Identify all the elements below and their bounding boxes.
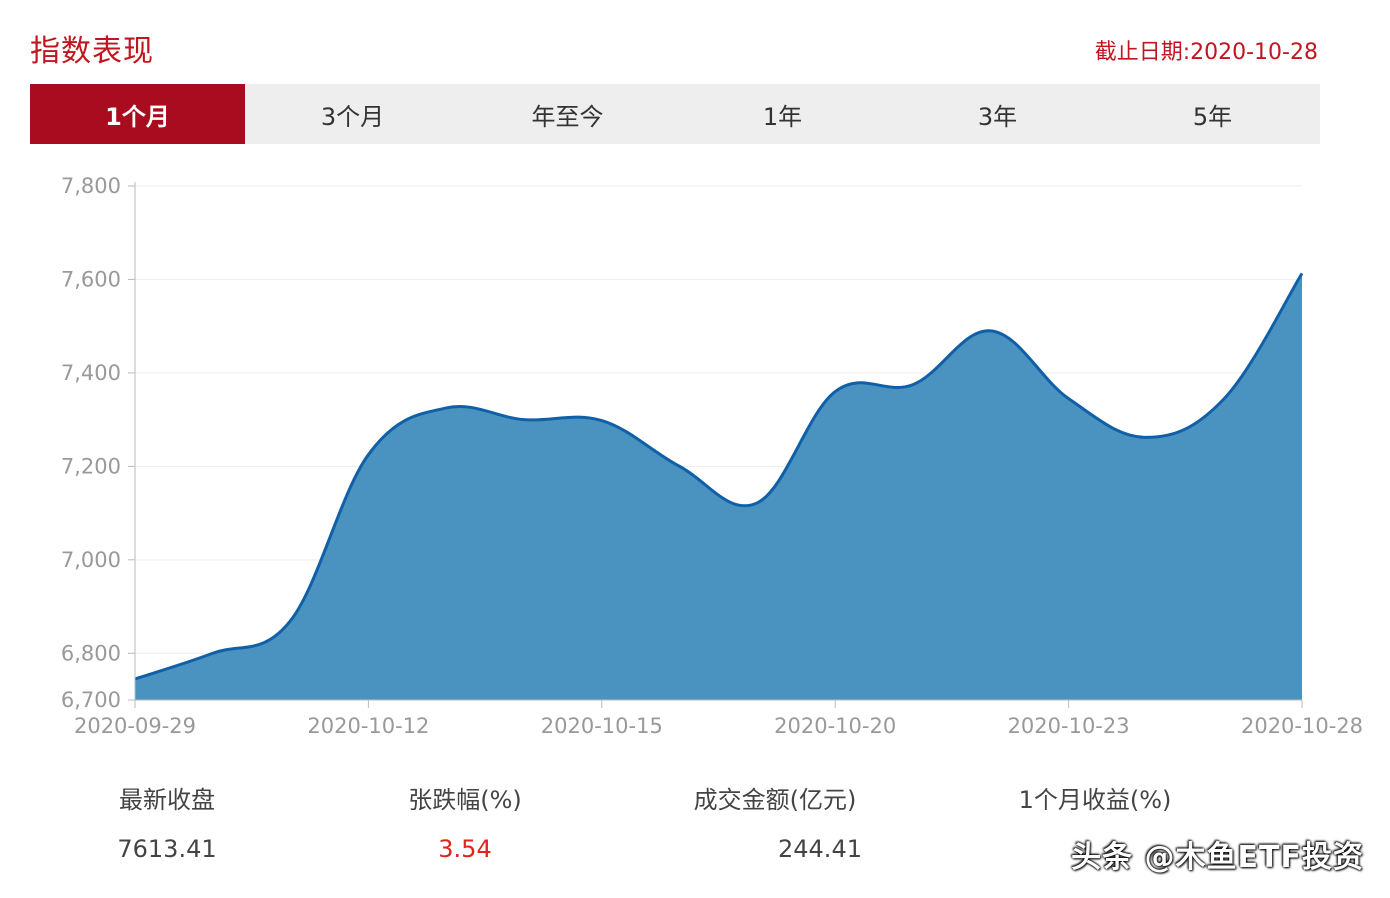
y-tick-label: 7,800 <box>61 174 121 198</box>
stat-label: 成交金额(亿元) <box>693 786 857 814</box>
y-tick-label: 7,600 <box>61 267 121 291</box>
page-title: 指数表现 <box>30 34 154 69</box>
stat-value: 3.54 <box>438 835 492 863</box>
x-tick-label: 2020-10-28 <box>1241 714 1363 738</box>
tab-5-years[interactable]: 5年 <box>1105 84 1320 144</box>
tab-3-years[interactable]: 3年 <box>890 84 1105 144</box>
stat-1-month-return: 1个月收益(%) <box>990 780 1200 835</box>
x-tick-label: 2020-10-12 <box>307 714 429 738</box>
y-tick-label: 7,000 <box>61 548 121 572</box>
index-area-chart: 6,700 6,800 7,000 7,200 7,400 7,600 7,800 2020-… <box>61 174 1363 738</box>
area-fill <box>135 273 1302 700</box>
tab-ytd[interactable]: 年至今 <box>460 84 675 144</box>
tab-1-year[interactable]: 1年 <box>675 84 890 144</box>
x-tick-label: 2020-09-29 <box>74 714 196 738</box>
stat-label: 张跌幅(%) <box>408 786 522 814</box>
y-tick-label: 6,700 <box>61 688 121 712</box>
stat-value: 244.41 <box>778 835 862 863</box>
period-tabs: 1个月 3个月 年至今 1年 3年 5年 <box>30 84 1320 144</box>
y-tick-label: 6,800 <box>61 641 121 665</box>
stat-change-pct: 张跌幅(%) 3.54 <box>370 780 560 863</box>
tab-1-month[interactable]: 1个月 <box>30 84 245 144</box>
tab-3-months[interactable]: 3个月 <box>245 84 460 144</box>
x-tick-label: 2020-10-15 <box>541 714 663 738</box>
stat-label: 1个月收益(%) <box>1018 786 1172 814</box>
stat-label: 最新收盘 <box>119 786 215 814</box>
stat-latest-close: 最新收盘 7613.41 <box>82 780 252 863</box>
x-tick-label: 2020-10-23 <box>1008 714 1130 738</box>
watermark: 头条 @木鱼ETF投资 <box>1071 840 1364 875</box>
stat-value: 7613.41 <box>117 835 217 863</box>
x-tick-label: 2020-10-20 <box>774 714 896 738</box>
as-of-date: 截止日期:2020-10-28 <box>1094 40 1318 65</box>
y-tick-label: 7,200 <box>61 454 121 478</box>
y-tick-label: 7,400 <box>61 361 121 385</box>
stat-turnover: 成交金额(亿元) 244.41 <box>660 780 890 863</box>
